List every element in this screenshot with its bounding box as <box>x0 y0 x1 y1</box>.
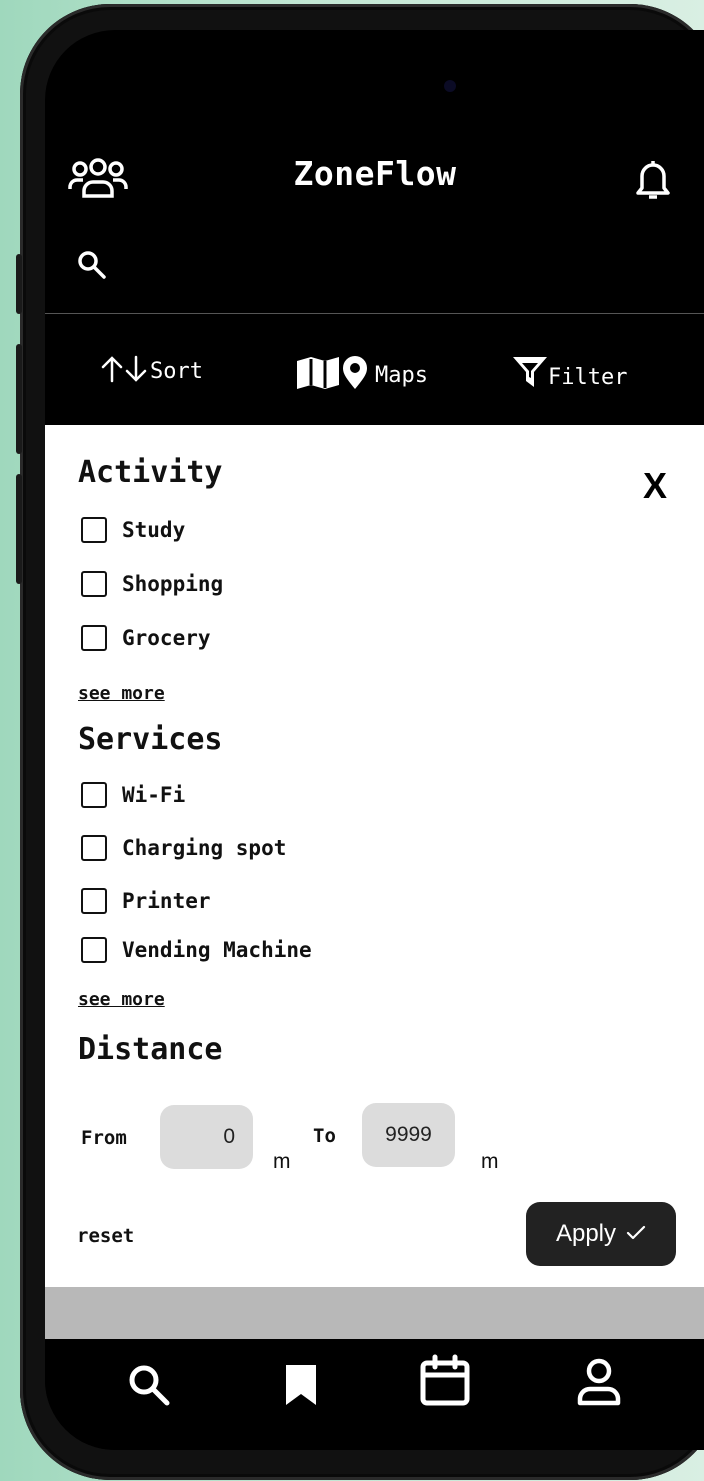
distance-title: Distance <box>78 1032 223 1067</box>
checkbox[interactable] <box>81 888 107 914</box>
sort-label: Sort <box>150 358 203 384</box>
option-label: Printer <box>122 889 211 913</box>
check-icon <box>626 1220 646 1248</box>
distance-from-label: From <box>81 1127 127 1149</box>
services-option-wifi[interactable]: Wi-Fi <box>81 782 185 808</box>
sort-arrows-icon <box>100 355 150 387</box>
option-label: Shopping <box>122 572 224 596</box>
services-option-printer[interactable]: Printer <box>81 888 211 914</box>
app-header: ZoneFlow <box>45 30 704 315</box>
phone-side-button <box>16 474 22 584</box>
distance-from-input[interactable] <box>160 1105 253 1169</box>
filter-funnel-icon <box>512 355 548 393</box>
bottom-nav <box>45 1339 704 1450</box>
bookmark-icon[interactable] <box>283 1363 319 1411</box>
profile-icon[interactable] <box>577 1357 621 1411</box>
activity-see-more-link[interactable]: see more <box>78 683 165 704</box>
distance-to-label: To <box>313 1125 336 1147</box>
phone-screen: ZoneFlow Sort Maps Filter Activity X Stu… <box>45 30 704 1450</box>
calendar-icon[interactable] <box>417 1353 473 1413</box>
bell-icon[interactable] <box>633 158 673 206</box>
activity-option-shopping[interactable]: Shopping <box>81 571 223 597</box>
checkbox[interactable] <box>81 517 107 543</box>
checkbox[interactable] <box>81 625 107 651</box>
services-see-more-link[interactable]: see more <box>78 989 165 1010</box>
filter-label: Filter <box>548 364 628 390</box>
app-title: ZoneFlow <box>293 154 457 193</box>
search-icon[interactable] <box>125 1361 173 1413</box>
checkbox[interactable] <box>81 937 107 963</box>
option-label: Wi-Fi <box>122 783 186 807</box>
checkbox[interactable] <box>81 571 107 597</box>
filter-button[interactable]: Filter <box>512 355 627 393</box>
distance-to-unit: m <box>481 1150 499 1173</box>
people-icon[interactable] <box>67 158 129 206</box>
option-label: Study <box>122 518 186 542</box>
header-divider <box>45 313 704 314</box>
checkbox[interactable] <box>81 782 107 808</box>
phone-side-button <box>16 254 22 314</box>
option-label: Charging spot <box>122 836 287 860</box>
activity-option-study[interactable]: Study <box>81 517 185 543</box>
maps-button[interactable]: Maps <box>295 355 428 395</box>
map-pin-icon <box>295 355 373 395</box>
phone-side-button <box>16 344 22 454</box>
search-icon[interactable] <box>77 250 107 284</box>
activity-title: Activity <box>78 455 223 490</box>
services-option-charging-spot[interactable]: Charging spot <box>81 835 286 861</box>
reset-button[interactable]: reset <box>77 1225 134 1247</box>
services-option-vending-machine[interactable]: Vending Machine <box>81 937 312 963</box>
services-title: Services <box>78 722 223 757</box>
content-backdrop <box>45 1287 704 1339</box>
close-button[interactable]: X <box>643 465 667 507</box>
distance-from-unit: m <box>273 1150 291 1173</box>
sort-button[interactable]: Sort <box>100 355 203 387</box>
apply-button[interactable]: Apply <box>526 1202 676 1266</box>
maps-label: Maps <box>375 362 428 388</box>
checkbox[interactable] <box>81 835 107 861</box>
apply-label: Apply <box>555 1220 617 1247</box>
option-label: Vending Machine <box>122 938 312 962</box>
option-label: Grocery <box>122 626 211 650</box>
distance-to-input[interactable] <box>362 1103 455 1167</box>
activity-option-grocery[interactable]: Grocery <box>81 625 211 651</box>
filter-panel: Activity X Study Shopping Grocery see mo… <box>45 425 704 1287</box>
toolbar: Sort Maps Filter <box>45 315 704 425</box>
